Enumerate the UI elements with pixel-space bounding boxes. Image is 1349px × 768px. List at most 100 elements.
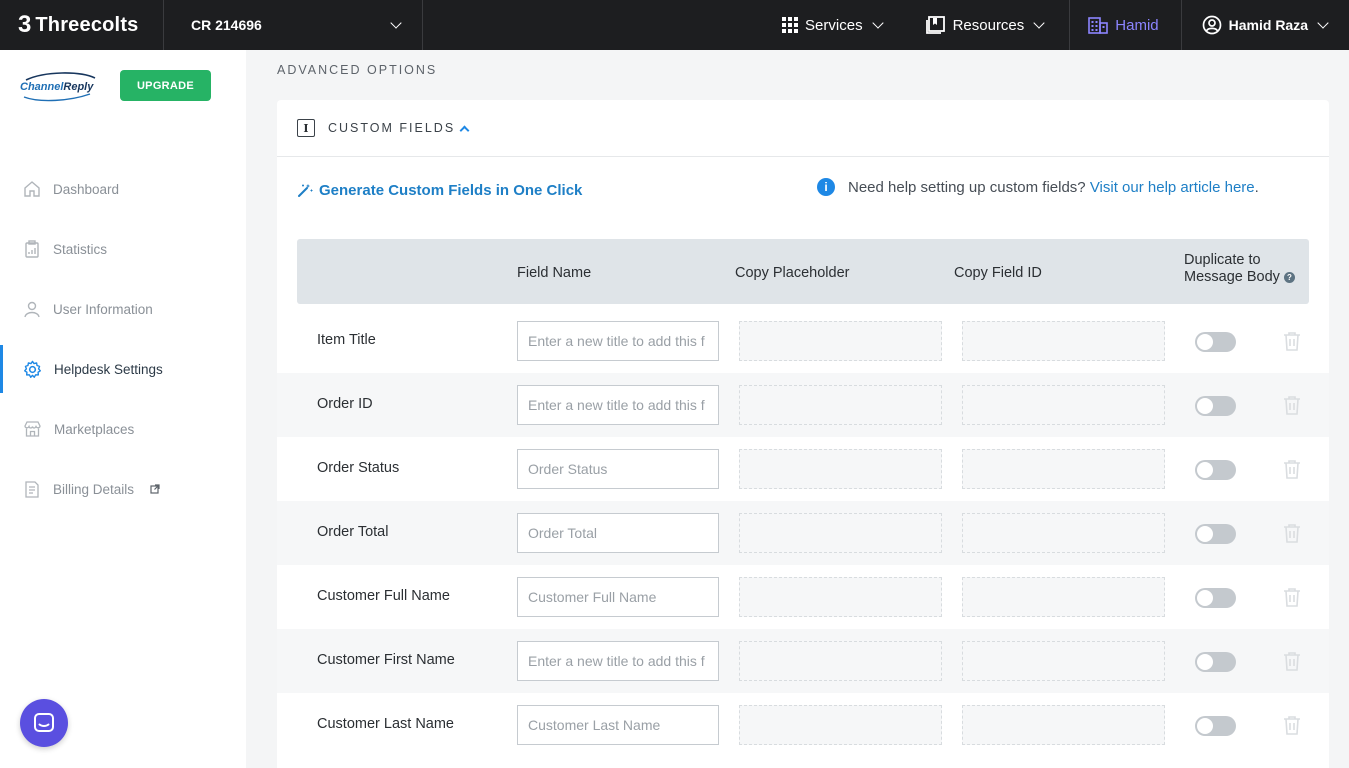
store-icon: [24, 421, 41, 437]
sidebar-item-statistics[interactable]: Statistics: [0, 219, 246, 279]
sidebar-item-marketplaces[interactable]: Marketplaces: [0, 399, 246, 459]
external-link-icon: [150, 484, 160, 494]
sidebar-item-dashboard[interactable]: Dashboard: [0, 159, 246, 219]
help-text-wrap: Need help setting up custom fields? Visi…: [848, 177, 1259, 198]
gear-icon: [23, 360, 42, 378]
sidebar-nav: Dashboard Statistics User Information He…: [0, 159, 246, 519]
duplicate-toggle[interactable]: [1195, 396, 1236, 416]
chevron-down-icon: [1033, 17, 1045, 29]
field-label: Customer Full Name: [317, 588, 450, 604]
field-name-input[interactable]: Customer Last Name: [517, 705, 719, 745]
user-menu[interactable]: Hamid Raza: [1182, 0, 1349, 50]
field-label: Order ID: [317, 396, 373, 412]
copy-field-id-box[interactable]: [962, 641, 1165, 681]
duplicate-toggle[interactable]: [1195, 524, 1236, 544]
generate-custom-fields-link[interactable]: Generate Custom Fields in One Click: [297, 182, 582, 199]
copy-field-id-box[interactable]: [962, 449, 1165, 489]
help-notice: i Need help setting up custom fields? Vi…: [817, 177, 1287, 198]
copy-field-id-box[interactable]: [962, 705, 1165, 745]
book-icon: [925, 16, 945, 34]
custom-fields-card: I CUSTOM FIELDS Generate Custom Fields i…: [277, 100, 1329, 768]
services-menu[interactable]: Services: [782, 0, 908, 50]
sidebar-item-user-information[interactable]: User Information: [0, 279, 246, 339]
field-name-input[interactable]: Enter a new title to add this f: [517, 321, 719, 361]
card-title: CUSTOM FIELDS: [328, 121, 470, 135]
field-name-input[interactable]: Order Status: [517, 449, 719, 489]
brand-name: Threecolts: [35, 13, 139, 36]
organization-link[interactable]: Hamid: [1070, 0, 1182, 50]
chevron-down-icon: [871, 17, 884, 29]
duplicate-toggle[interactable]: [1195, 332, 1236, 352]
help-period: .: [1254, 179, 1259, 196]
resources-menu[interactable]: Resources: [908, 0, 1071, 50]
copy-field-id-box[interactable]: [962, 577, 1165, 617]
chevron-up-icon: [459, 125, 470, 135]
building-icon: [1088, 16, 1109, 34]
trash-icon[interactable]: [1283, 395, 1301, 415]
field-name-input[interactable]: Customer Full Name: [517, 577, 719, 617]
table-row: Order Total Order Total: [277, 501, 1329, 565]
copy-placeholder-box[interactable]: [739, 321, 942, 361]
help-question-icon[interactable]: ?: [1283, 271, 1295, 283]
copy-placeholder-box[interactable]: [739, 577, 942, 617]
account-selector[interactable]: CR 214696: [164, 0, 423, 50]
custom-fields-header[interactable]: I CUSTOM FIELDS: [277, 100, 1329, 157]
duplicate-toggle[interactable]: [1195, 652, 1236, 672]
sidebar-item-billing-details[interactable]: Billing Details: [0, 459, 246, 519]
field-label: Customer First Name: [317, 652, 455, 668]
copy-field-id-box[interactable]: [962, 321, 1165, 361]
sidebar-item-label: Dashboard: [53, 181, 120, 197]
copy-placeholder-box[interactable]: [739, 641, 942, 681]
trash-icon[interactable]: [1283, 459, 1301, 479]
invoice-icon: [25, 480, 39, 498]
chat-icon: [34, 713, 54, 732]
column-header-copy-field-id: Copy Field ID: [954, 265, 1042, 281]
duplicate-toggle[interactable]: [1195, 588, 1236, 608]
field-name-input[interactable]: Order Total: [517, 513, 719, 553]
field-label: Order Total: [317, 524, 389, 540]
generate-link-label: Generate Custom Fields in One Click: [319, 182, 583, 199]
info-icon: i: [817, 178, 835, 196]
sidebar: ChannelReply UPGRADE Dashboard Statistic…: [0, 50, 246, 768]
help-article-link[interactable]: Visit our help article here: [1090, 179, 1255, 196]
table-row: Order Status Order Status: [277, 437, 1329, 501]
upgrade-button[interactable]: UPGRADE: [120, 70, 211, 101]
copy-placeholder-box[interactable]: [739, 385, 942, 425]
trash-icon[interactable]: [1283, 651, 1301, 671]
field-label: Customer Last Name: [317, 716, 454, 732]
home-icon: [24, 181, 40, 197]
table-header: Field Name Copy Placeholder Copy Field I…: [297, 239, 1309, 304]
table-row: Customer Full Name Customer Full Name: [277, 565, 1329, 629]
channelreply-logo[interactable]: ChannelReply: [20, 72, 100, 102]
grid-icon: [782, 17, 799, 33]
brand-mark: 3: [18, 11, 32, 38]
sidebar-item-label: Billing Details: [53, 481, 135, 497]
sidebar-item-helpdesk-settings[interactable]: Helpdesk Settings: [0, 339, 246, 399]
chat-launcher-button[interactable]: [20, 699, 68, 747]
chevron-down-icon: [390, 17, 402, 29]
help-text: Need help setting up custom fields?: [848, 179, 1086, 196]
copy-field-id-box[interactable]: [962, 513, 1165, 553]
user-circle-icon: [1202, 15, 1221, 35]
field-name-input[interactable]: Enter a new title to add this f: [517, 641, 719, 681]
resources-label: Resources: [952, 16, 1025, 34]
copy-field-id-box[interactable]: [962, 385, 1165, 425]
field-name-input[interactable]: Enter a new title to add this f: [517, 385, 719, 425]
trash-icon[interactable]: [1283, 331, 1301, 351]
table-row: Customer Last Name Customer Last Name: [277, 693, 1329, 757]
services-label: Services: [805, 16, 863, 34]
copy-placeholder-box[interactable]: [739, 449, 942, 489]
duplicate-toggle[interactable]: [1195, 460, 1236, 480]
trash-icon[interactable]: [1283, 715, 1301, 735]
account-label: CR 214696: [191, 17, 262, 33]
copy-placeholder-box[interactable]: [739, 513, 942, 553]
logo-text: ChannelReply: [20, 81, 94, 93]
user-label: Hamid Raza: [1228, 17, 1308, 33]
trash-icon[interactable]: [1283, 523, 1301, 543]
trash-icon[interactable]: [1283, 587, 1301, 607]
column-header-copy-placeholder: Copy Placeholder: [735, 265, 850, 281]
copy-placeholder-box[interactable]: [739, 705, 942, 745]
threecolts-logo[interactable]: 3 Threecolts: [0, 0, 164, 50]
chevron-down-icon: [1317, 17, 1329, 29]
duplicate-toggle[interactable]: [1195, 716, 1236, 736]
